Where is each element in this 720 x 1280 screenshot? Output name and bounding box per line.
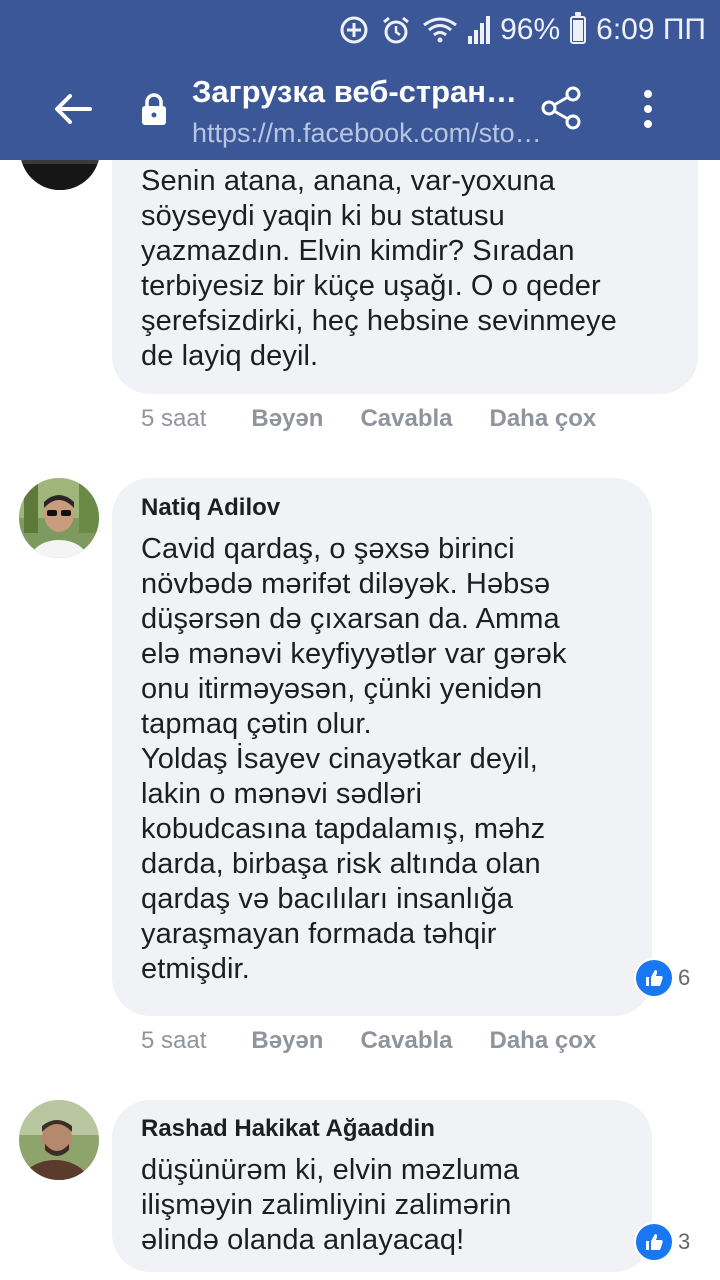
reply-link[interactable]: Cavabla: [360, 405, 452, 433]
clock: 6:09 ПП: [596, 13, 706, 46]
share-icon: [541, 86, 581, 130]
lock-icon[interactable]: [140, 92, 168, 126]
comment-text: Senin atana, anana, var-yoxuna söyseydi …: [141, 165, 617, 372]
avatar-image: [19, 1100, 99, 1180]
data-saver-icon: [338, 14, 370, 46]
comment-actions: 5 saat Bəyən Cavabla Daha çox: [141, 1027, 596, 1055]
reaction-count-label: 6: [678, 965, 691, 990]
avatar-image: [19, 478, 99, 558]
avatar[interactable]: [19, 1100, 99, 1180]
battery-percent: 96%: [500, 13, 561, 46]
comment-time: 5 saat: [141, 405, 207, 432]
reply-link[interactable]: Cavabla: [360, 1027, 452, 1055]
reaction-count[interactable]: 3: [634, 1222, 690, 1262]
arrow-left-icon: [55, 94, 92, 124]
comment-author[interactable]: Rashad Hakikat Ağaaddin: [141, 1115, 435, 1143]
more-vertical-icon: [644, 90, 652, 128]
battery-icon: [570, 12, 587, 44]
status-bar: 96% 6:09 ПП: [338, 10, 706, 50]
comment-text: Cavid qardaş, o şəxsə birinci növbədə mə…: [141, 533, 567, 985]
comment-author[interactable]: Natiq Adilov: [141, 494, 280, 522]
more-link[interactable]: Daha çox: [490, 1027, 597, 1055]
alarm-icon: [380, 14, 412, 46]
like-reaction-icon: [634, 958, 674, 998]
comment-time: 5 saat: [141, 1027, 207, 1054]
more-link[interactable]: Daha çox: [490, 405, 597, 433]
wifi-icon: [422, 15, 458, 45]
comment-text: düşünürəm ki, elvin məzluma ilişməyin za…: [141, 1154, 520, 1256]
like-link[interactable]: Bəyən: [251, 1027, 323, 1055]
like-link[interactable]: Bəyən: [251, 405, 323, 433]
like-reaction-icon: [634, 1222, 674, 1262]
signal-icon: [468, 16, 491, 44]
page-title: Загрузка веб-стран…: [192, 74, 517, 109]
reaction-count-label: 3: [678, 1229, 691, 1254]
back-button[interactable]: [48, 84, 98, 134]
browser-top-bar: 96% 6:09 ПП Загрузка веб-стран… https://…: [0, 0, 720, 160]
share-button[interactable]: [540, 86, 582, 130]
avatar[interactable]: [19, 478, 99, 558]
url-field[interactable]: https://m.facebook.com/sto…: [192, 118, 542, 149]
overflow-menu-button[interactable]: [632, 88, 664, 130]
comment-actions: 5 saat Bəyən Cavabla Daha çox: [141, 405, 596, 433]
reaction-count[interactable]: 6: [634, 958, 690, 998]
